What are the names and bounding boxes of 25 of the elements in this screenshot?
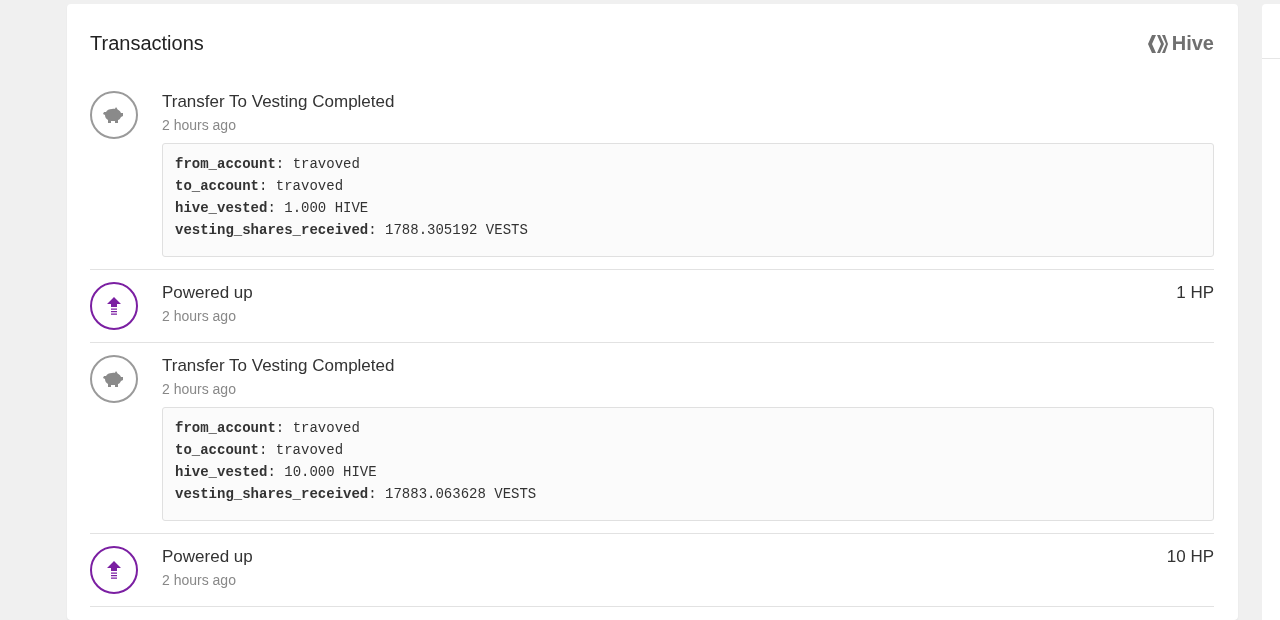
detail-line: hive_vested: 1.000 HIVE	[175, 200, 370, 216]
detail-line: from_account: travoved	[175, 420, 361, 436]
transaction-title: Powered up	[162, 546, 253, 568]
transaction-time: 2 hours ago	[162, 308, 237, 324]
piggy-bank-icon	[103, 107, 125, 123]
piggy-bank-icon	[103, 371, 125, 387]
transaction-title: Transfer To Vesting Completed	[162, 91, 395, 113]
transaction-amount: 1 HP	[1176, 282, 1214, 304]
detail-line: vesting_shares_received: 17883.063628 VESTS	[175, 486, 538, 502]
transaction-time: 2 hours ago	[162, 572, 237, 588]
card-title: Transactions	[90, 32, 204, 55]
transaction-title: Transfer To Vesting Completed	[162, 355, 395, 377]
transaction-amount: 10 HP	[1166, 546, 1214, 568]
transaction-time: 2 hours ago	[162, 117, 237, 133]
up-arrow-icon	[107, 297, 121, 315]
detail-line: to_account: travoved	[175, 178, 345, 194]
detail-line: vesting_shares_received: 1788.305192 VESTS	[175, 222, 529, 238]
detail-line: from_account: travoved	[175, 156, 361, 172]
up-arrow-icon	[107, 561, 121, 579]
brand-name: Hive	[1171, 32, 1214, 55]
transaction-time: 2 hours ago	[162, 381, 237, 397]
detail-line: to_account: travoved	[175, 442, 345, 458]
hive-logo-icon	[1147, 34, 1168, 53]
transaction-title: Powered up	[162, 282, 253, 304]
detail-line: hive_vested: 10.000 HIVE	[175, 464, 378, 480]
